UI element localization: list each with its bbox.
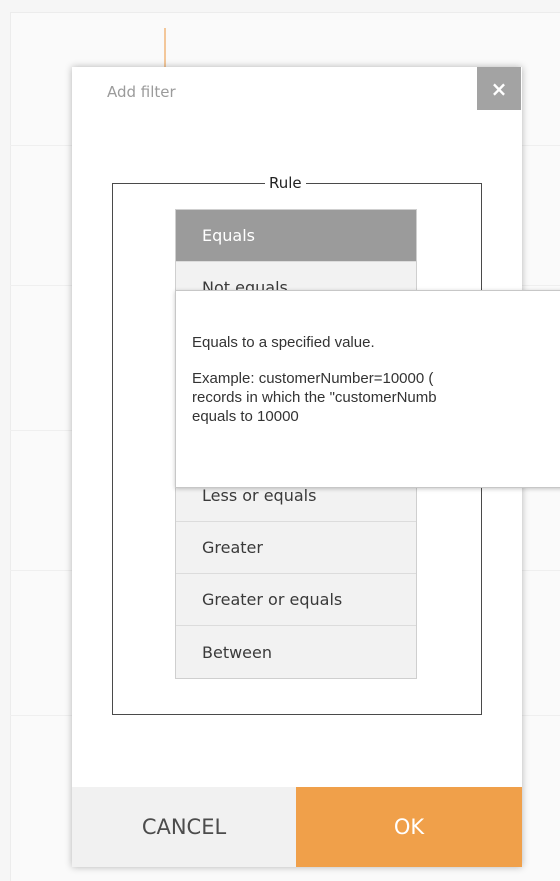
ok-button[interactable]: OK <box>296 787 522 867</box>
rule-option-greater-or-equals[interactable]: Greater or equals <box>176 574 416 626</box>
tooltip-example-line-3: equals to 10000 <box>192 408 299 425</box>
rule-option-greater[interactable]: Greater <box>176 522 416 574</box>
close-button[interactable]: × <box>477 67 521 110</box>
rule-tooltip: Equals to a specified value. Example: cu… <box>175 290 560 488</box>
rule-option-between[interactable]: Between <box>176 626 416 678</box>
rule-legend: Rule <box>265 174 306 192</box>
dialog-title: Add filter <box>107 83 176 101</box>
cancel-button[interactable]: CANCEL <box>72 787 296 867</box>
bg-accent-marker <box>164 28 166 68</box>
rule-option-equals[interactable]: Equals <box>176 210 416 262</box>
tooltip-description: Equals to a specified value. <box>192 334 375 351</box>
close-icon: × <box>490 76 508 101</box>
tooltip-example-line-1: Example: customerNumber=10000 ( <box>192 370 434 387</box>
tooltip-example-line-2: records in which the "customerNumb <box>192 389 437 406</box>
